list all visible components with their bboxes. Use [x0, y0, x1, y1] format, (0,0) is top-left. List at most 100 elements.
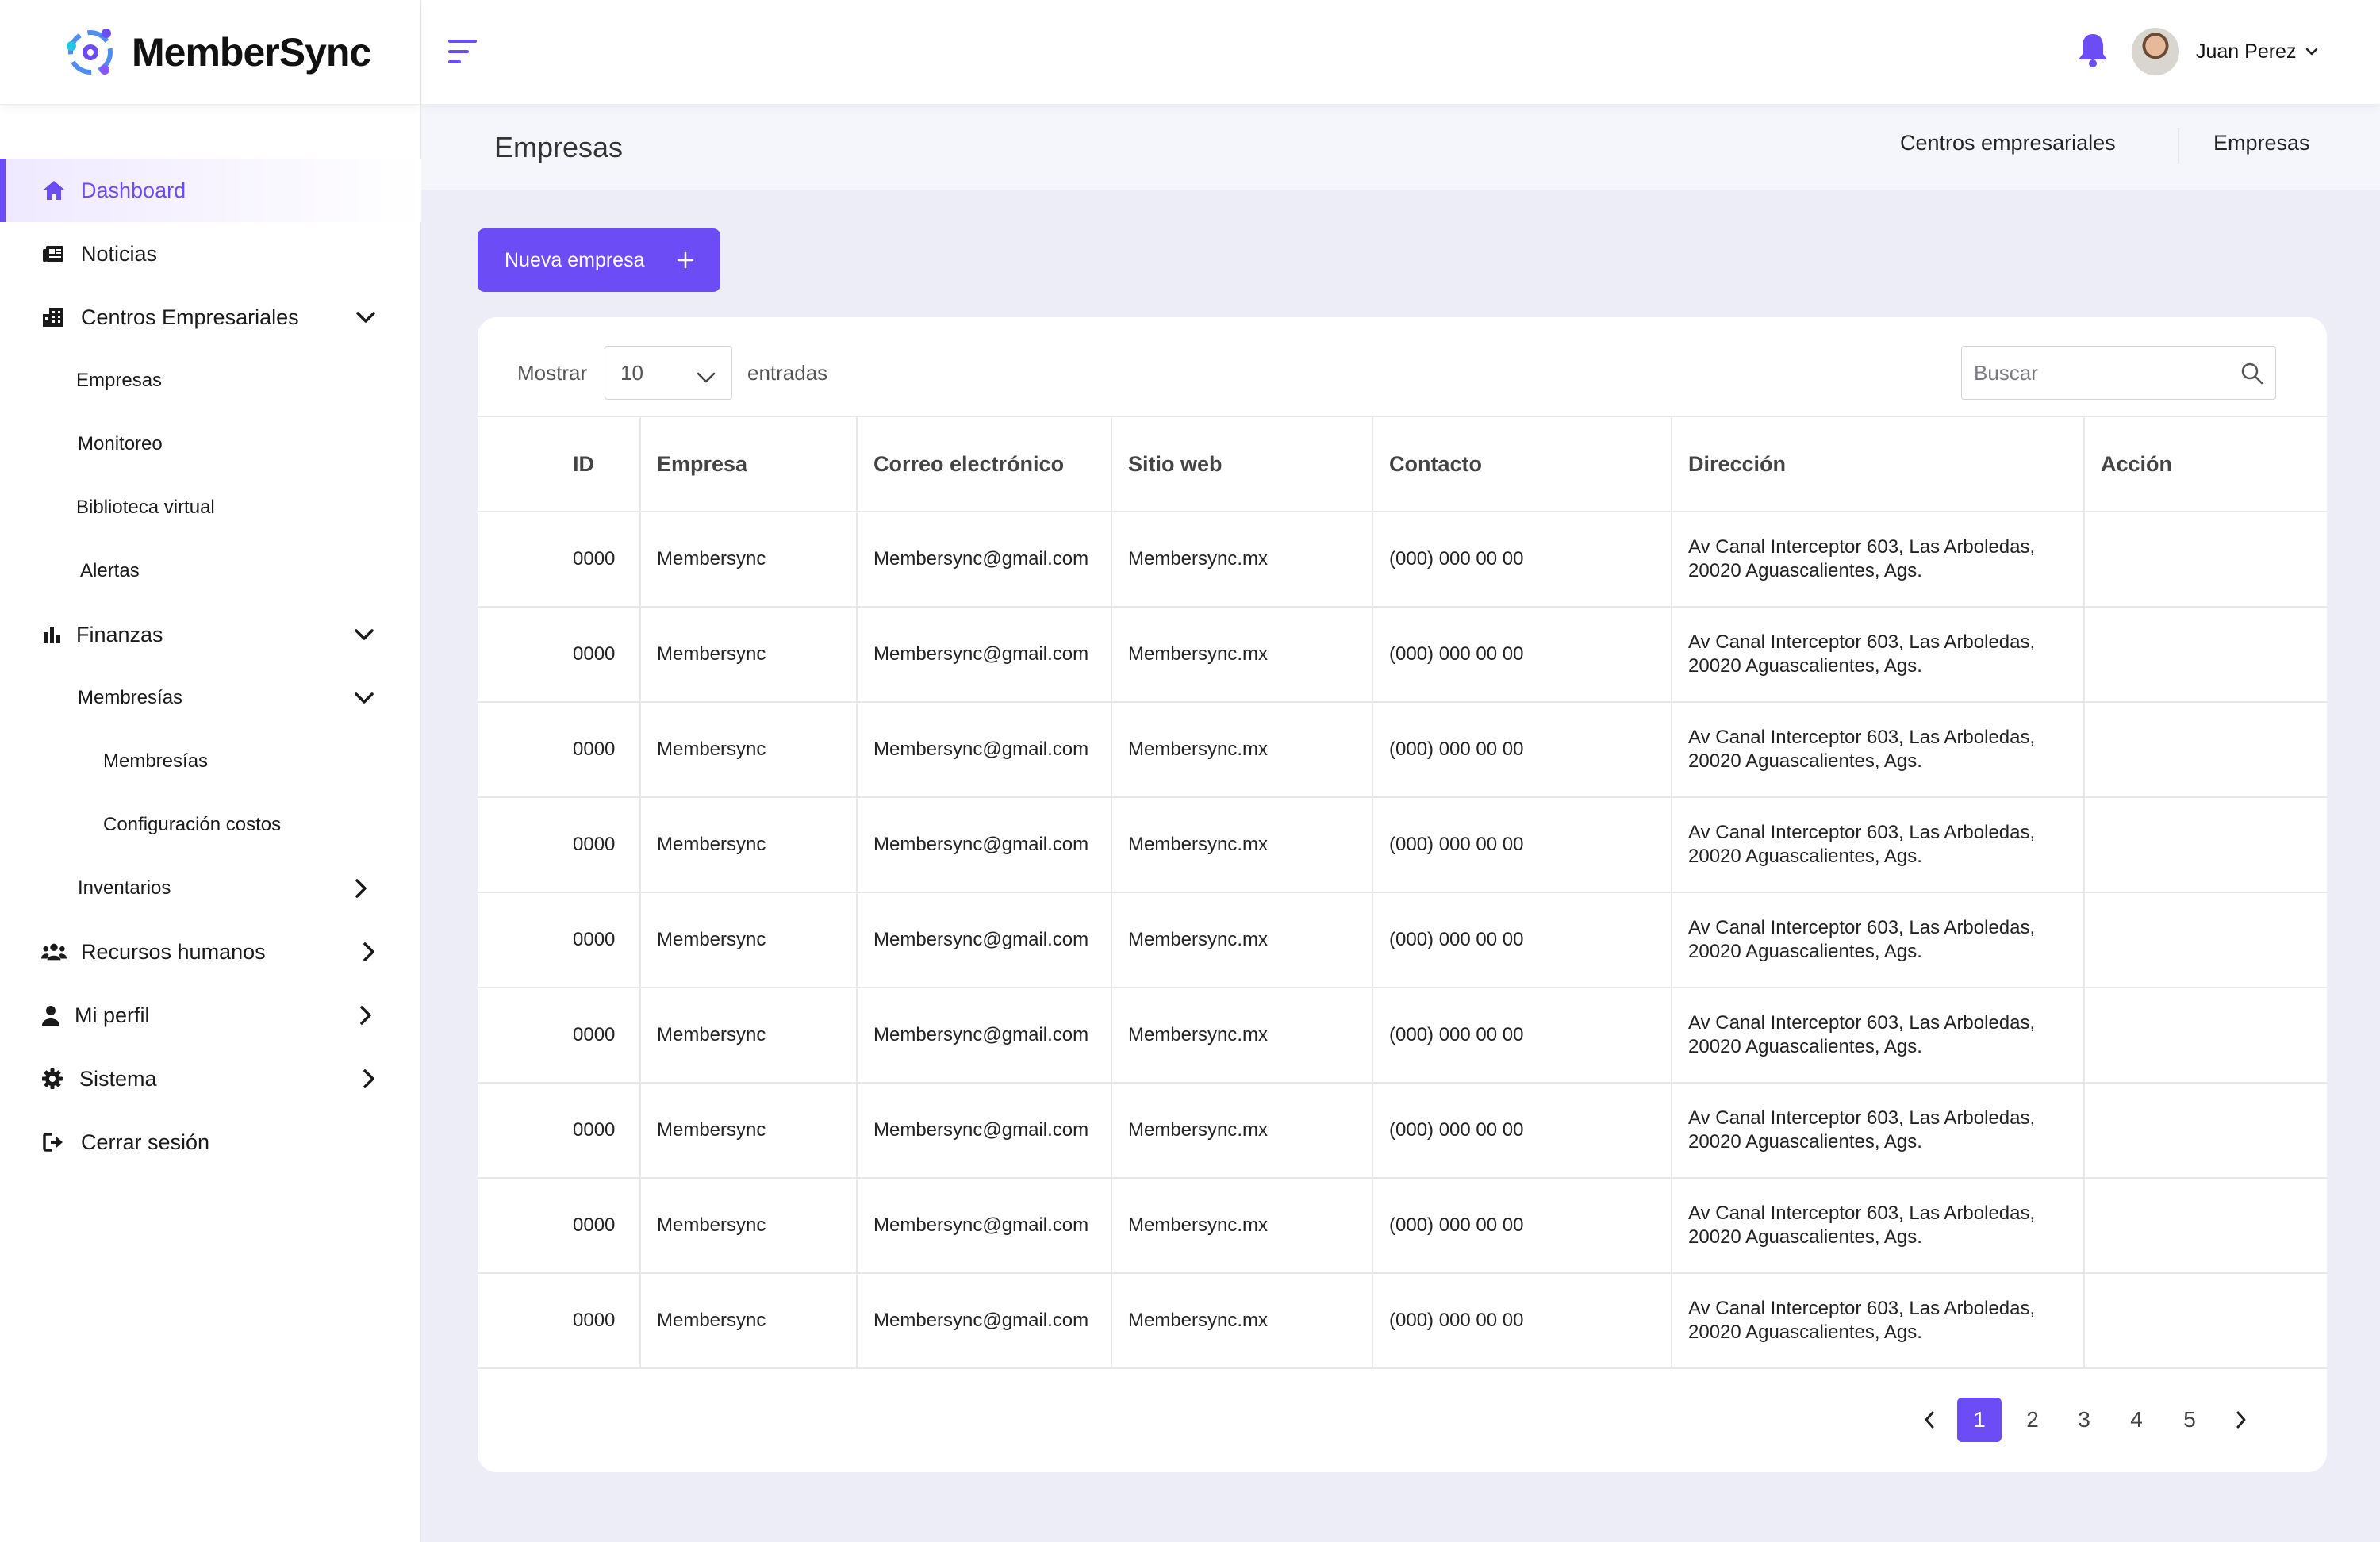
companies-table: ID Empresa Correo electrónico Sitio web …: [478, 416, 2327, 1369]
table-row[interactable]: 0000 Membersync Membersync@gmail.com Mem…: [478, 892, 2327, 988]
user-name[interactable]: Juan Perez: [2196, 40, 2296, 63]
home-icon: [41, 178, 67, 203]
sidebar-item-label: Inventarios: [78, 877, 171, 899]
sidebar-item-finanzas[interactable]: Finanzas: [0, 603, 421, 666]
cell-sitio-web: Membersync.mx: [1111, 892, 1373, 988]
cell-direccion: Av Canal Interceptor 603, Las Arboledas,…: [1672, 606, 2085, 702]
cell-contacto: (000) 000 00 00: [1372, 987, 1672, 1083]
cell-correo: Membersync@gmail.com: [857, 606, 1112, 702]
cell-contacto: (000) 000 00 00: [1372, 606, 1672, 702]
cell-empresa: Membersync: [640, 606, 858, 702]
sidebar-item-cerrar-sesion[interactable]: Cerrar sesión: [0, 1110, 421, 1174]
page-title: Empresas: [494, 131, 624, 163]
sidebar-item-noticias[interactable]: Noticias: [0, 222, 421, 286]
cell-sitio-web: Membersync.mx: [1111, 796, 1373, 892]
newspaper-icon: [41, 241, 67, 267]
column-header-correo[interactable]: Correo electrónico: [857, 416, 1112, 512]
sidebar-item-membresias-group[interactable]: Membresías: [0, 666, 421, 730]
column-header-id[interactable]: ID: [478, 416, 641, 512]
column-header-direccion[interactable]: Dirección: [1672, 416, 2085, 512]
chevron-down-icon[interactable]: [2305, 44, 2319, 59]
sidebar-item-label: Noticias: [81, 241, 158, 266]
search-icon[interactable]: [2240, 362, 2264, 386]
cell-direccion: Av Canal Interceptor 603, Las Arboledas,…: [1672, 796, 2085, 892]
breadcrumb-item[interactable]: Centros empresariales: [1900, 131, 2116, 155]
sidebar-item-label: Empresas: [76, 370, 163, 391]
pagination-page-1[interactable]: 1: [1957, 1398, 2002, 1442]
sidebar-item-label: Monitoreo: [78, 433, 163, 455]
sidebar-item-inventarios[interactable]: Inventarios: [0, 857, 421, 920]
sidebar-item-label: Sistema: [79, 1066, 157, 1091]
table-row[interactable]: 0000 Membersync Membersync@gmail.com Mem…: [478, 606, 2327, 702]
cell-accion: [2084, 796, 2327, 892]
table-row[interactable]: 0000 Membersync Membersync@gmail.com Mem…: [478, 511, 2327, 607]
cell-accion: [2084, 987, 2327, 1083]
pagination-page-5[interactable]: 5: [2167, 1398, 2212, 1442]
sidebar-item-recursos-humanos[interactable]: Recursos humanos: [0, 920, 421, 984]
chevron-down-icon: [354, 305, 378, 329]
table-row[interactable]: 0000 Membersync Membersync@gmail.com Mem…: [478, 796, 2327, 892]
sidebar-item-configuracion-costos[interactable]: Configuración costos: [0, 793, 421, 857]
plus-icon: [674, 249, 697, 271]
column-header-sitio-web[interactable]: Sitio web: [1111, 416, 1373, 512]
table-row[interactable]: 0000 Membersync Membersync@gmail.com Mem…: [478, 987, 2327, 1083]
page-size-value: 10: [620, 360, 643, 385]
sidebar-item-label: Dashboard: [81, 178, 186, 202]
cell-sitio-web: Membersync.mx: [1111, 606, 1373, 702]
cell-direccion: Av Canal Interceptor 603, Las Arboledas,…: [1672, 987, 2085, 1083]
avatar[interactable]: [2132, 28, 2179, 75]
sidebar-item-dashboard[interactable]: Dashboard: [0, 159, 421, 222]
chevron-right-icon: [357, 940, 381, 964]
membersync-logo-icon: [67, 28, 113, 75]
cell-contacto: (000) 000 00 00: [1372, 1272, 1672, 1369]
table-row[interactable]: 0000 Membersync Membersync@gmail.com Mem…: [478, 1272, 2327, 1369]
bar-chart-icon: [40, 622, 65, 647]
sidebar-item-empresas[interactable]: Empresas: [0, 349, 421, 412]
cell-correo: Membersync@gmail.com: [857, 987, 1112, 1083]
sidebar-item-biblioteca-virtual[interactable]: Biblioteca virtual: [0, 476, 421, 539]
sidebar-item-label: Cerrar sesión: [81, 1130, 210, 1154]
cell-correo: Membersync@gmail.com: [857, 1177, 1112, 1273]
search-input[interactable]: Buscar: [1961, 346, 2276, 400]
sidebar-item-sistema[interactable]: Sistema: [0, 1047, 421, 1110]
cell-direccion: Av Canal Interceptor 603, Las Arboledas,…: [1672, 1272, 2085, 1369]
cell-accion: [2084, 606, 2327, 702]
new-company-button[interactable]: Nueva empresa: [478, 228, 720, 292]
sidebar-item-label: Configuración costos: [103, 814, 282, 835]
cell-id: 0000: [478, 511, 641, 607]
cell-id: 0000: [478, 1082, 641, 1178]
pagination-page-3[interactable]: 3: [2062, 1398, 2106, 1442]
sidebar-item-label: Finanzas: [76, 622, 163, 646]
bell-icon[interactable]: [2076, 32, 2109, 68]
sidebar-item-monitoreo[interactable]: Monitoreo: [0, 412, 421, 476]
pagination-prev-button[interactable]: [1907, 1398, 1952, 1442]
cell-accion: [2084, 1177, 2327, 1273]
sidebar-item-alertas[interactable]: Alertas: [0, 539, 421, 603]
breadcrumb-item: Empresas: [2213, 131, 2310, 155]
pagination-page-2[interactable]: 2: [2010, 1398, 2055, 1442]
sidebar-item-centros-empresariales[interactable]: Centros Empresariales: [0, 286, 421, 349]
cell-sitio-web: Membersync.mx: [1111, 1177, 1373, 1273]
app-logo[interactable]: MemberSync: [0, 0, 420, 105]
search-placeholder: Buscar: [1974, 360, 2038, 385]
pagination-page-4[interactable]: 4: [2114, 1398, 2159, 1442]
pagination-next-button[interactable]: [2219, 1398, 2263, 1442]
cell-sitio-web: Membersync.mx: [1111, 701, 1373, 797]
table-row[interactable]: 0000 Membersync Membersync@gmail.com Mem…: [478, 1082, 2327, 1178]
page-size-select[interactable]: 10: [605, 346, 732, 400]
sidebar-item-membresias[interactable]: Membresías: [0, 730, 421, 793]
cell-empresa: Membersync: [640, 892, 858, 988]
table-row[interactable]: 0000 Membersync Membersync@gmail.com Mem…: [478, 1177, 2327, 1273]
breadcrumb-divider: [2178, 128, 2179, 164]
gear-icon: [40, 1066, 65, 1091]
column-header-empresa[interactable]: Empresa: [640, 416, 858, 512]
menu-toggle-icon[interactable]: [448, 37, 480, 66]
table-row[interactable]: 0000 Membersync Membersync@gmail.com Mem…: [478, 701, 2327, 797]
cell-id: 0000: [478, 892, 641, 988]
chevron-right-icon: [357, 1067, 381, 1091]
chevron-down-icon: [352, 686, 376, 710]
column-header-contacto[interactable]: Contacto: [1372, 416, 1672, 512]
sidebar-item-mi-perfil[interactable]: Mi perfil: [0, 984, 421, 1047]
cell-empresa: Membersync: [640, 1272, 858, 1369]
cell-correo: Membersync@gmail.com: [857, 701, 1112, 797]
